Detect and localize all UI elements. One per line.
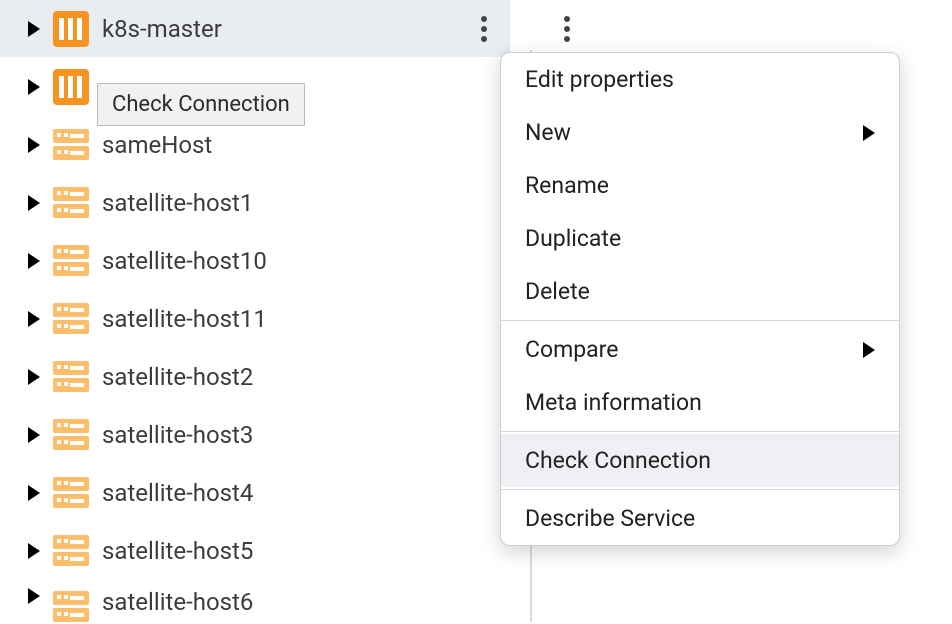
menu-item-label: Compare <box>525 336 618 363</box>
tree-row-k8s-master[interactable]: k8s-master <box>0 0 510 58</box>
menu-item-label: Check Connection <box>525 447 711 474</box>
expand-icon[interactable] <box>28 311 40 327</box>
tree-row-satellite-host4[interactable]: satellite-host4 <box>0 464 510 522</box>
expand-icon[interactable] <box>28 79 40 95</box>
tree-node-label: satellite-host11 <box>102 305 267 333</box>
menu-item-label: Edit properties <box>525 66 674 93</box>
menu-item-label: Describe Service <box>525 505 695 532</box>
tree-node-label: k8s-master <box>102 15 222 43</box>
tooltip: Check Connection <box>97 83 305 126</box>
more-options-button-adjacent[interactable] <box>553 11 581 47</box>
server-icon <box>53 185 89 221</box>
tree-node-label: satellite-host2 <box>102 363 253 391</box>
tree-node-label: satellite-host10 <box>102 247 267 275</box>
menu-item-label: Meta information <box>525 389 702 416</box>
tree-row-satellite-host2[interactable]: satellite-host2 <box>0 348 510 406</box>
server-icon <box>53 533 89 569</box>
tree-row-satellite-host10[interactable]: satellite-host10 <box>0 232 510 290</box>
server-icon <box>53 475 89 511</box>
menu-item-new[interactable]: New <box>501 106 899 159</box>
more-options-button[interactable] <box>470 11 498 47</box>
server-icon <box>53 359 89 395</box>
menu-item-label: Rename <box>525 172 609 199</box>
menu-item-meta-information[interactable]: Meta information <box>501 376 899 429</box>
expand-icon[interactable] <box>28 253 40 269</box>
expand-icon[interactable] <box>28 137 40 153</box>
tree-node-label: satellite-host1 <box>102 189 253 217</box>
server-icon <box>53 417 89 453</box>
expand-icon[interactable] <box>28 195 40 211</box>
server-icon <box>53 301 89 337</box>
menu-item-delete[interactable]: Delete <box>501 265 899 318</box>
k8s-icon <box>53 69 89 105</box>
submenu-arrow-icon <box>863 342 875 358</box>
submenu-arrow-icon <box>863 125 875 141</box>
tooltip-text: Check Connection <box>112 92 290 117</box>
menu-separator <box>501 489 899 490</box>
server-icon <box>53 127 89 163</box>
tree-row-satellite-host1[interactable]: satellite-host1 <box>0 174 510 232</box>
menu-item-label: New <box>525 119 571 146</box>
expand-icon[interactable] <box>28 369 40 385</box>
server-icon <box>53 243 89 279</box>
menu-item-rename[interactable]: Rename <box>501 159 899 212</box>
context-menu: Edit properties New Rename Duplicate Del… <box>500 52 900 546</box>
tree-row-satellite-host5[interactable]: satellite-host5 <box>0 522 510 580</box>
tree-row-satellite-host3[interactable]: satellite-host3 <box>0 406 510 464</box>
menu-separator <box>501 431 899 432</box>
tree-row-satellite-host6[interactable]: satellite-host6 <box>0 580 510 622</box>
expand-icon[interactable] <box>28 21 40 37</box>
menu-item-check-connection[interactable]: Check Connection <box>501 434 899 487</box>
menu-separator <box>501 320 899 321</box>
menu-item-edit-properties[interactable]: Edit properties <box>501 53 899 106</box>
tree-node-label: satellite-host6 <box>102 588 253 616</box>
server-icon <box>53 588 89 624</box>
expand-icon[interactable] <box>28 588 40 604</box>
expand-icon[interactable] <box>28 485 40 501</box>
menu-item-compare[interactable]: Compare <box>501 323 899 376</box>
tree-row-satellite-host11[interactable]: satellite-host11 <box>0 290 510 348</box>
menu-item-label: Duplicate <box>525 225 621 252</box>
k8s-icon <box>53 11 89 47</box>
tree-node-label: sameHost <box>102 131 212 159</box>
menu-item-label: Delete <box>525 278 590 305</box>
tree-node-label: satellite-host4 <box>102 479 253 507</box>
menu-item-duplicate[interactable]: Duplicate <box>501 212 899 265</box>
tree-node-label: satellite-host3 <box>102 421 253 449</box>
menu-item-describe-service[interactable]: Describe Service <box>501 492 899 545</box>
tree-node-label: satellite-host5 <box>102 537 253 565</box>
expand-icon[interactable] <box>28 543 40 559</box>
expand-icon[interactable] <box>28 427 40 443</box>
